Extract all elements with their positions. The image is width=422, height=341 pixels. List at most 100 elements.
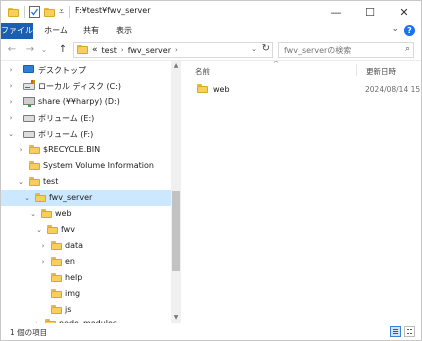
large-icons-view-button[interactable] — [404, 326, 415, 337]
desktop-icon — [23, 65, 34, 73]
divider — [69, 6, 70, 18]
maximize-button[interactable]: ☐ — [353, 1, 387, 23]
collapsed-arrow-icon[interactable]: › — [7, 114, 15, 122]
column-divider[interactable] — [356, 64, 357, 76]
tree-item-fwv[interactable]: ⌄ fwv — [1, 222, 171, 238]
tree-item-label: $RECYCLE.BIN — [43, 145, 101, 154]
expanded-arrow-icon[interactable]: ⌄ — [23, 194, 31, 202]
refresh-icon[interactable]: ↻ — [262, 43, 270, 54]
folder-icon — [29, 177, 40, 186]
tree-item-label: ローカル ディスク (C:) — [38, 82, 122, 91]
collapsed-arrow-icon[interactable]: › — [39, 242, 47, 250]
tab-file[interactable]: ファイル — [1, 23, 33, 39]
folder-icon — [29, 161, 40, 170]
tree-item-label: data — [65, 241, 84, 250]
tree-item-fwv-server[interactable]: ⌄ fwv_server — [1, 190, 171, 206]
address-bar[interactable]: « test › fwv_server › ⌄ ↻ — [73, 42, 273, 58]
local-disk-icon — [23, 80, 35, 90]
up-button[interactable]: ↑ — [56, 43, 70, 57]
collapsed-arrow-icon[interactable]: › — [7, 82, 15, 90]
status-bar: 1 個の項目 — [1, 323, 421, 340]
search-input[interactable] — [279, 43, 397, 57]
folder-icon — [47, 225, 58, 234]
breadcrumb-separator[interactable]: › — [121, 46, 124, 54]
tree-item-help[interactable]: help — [1, 270, 171, 286]
expand-ribbon-icon[interactable]: ⌄ — [391, 24, 399, 34]
search-box[interactable]: ⌕ — [278, 42, 414, 58]
expanded-arrow-icon[interactable]: ⌄ — [17, 178, 25, 186]
file-name: web — [213, 85, 230, 94]
tree-item-web[interactable]: ⌄ web — [1, 206, 171, 222]
scrollbar-thumb[interactable] — [172, 191, 180, 271]
navigation-pane: › デスクトップ › ローカル ディスク (C:) › share (¥¥har… — [1, 61, 181, 323]
tree-item-local-disk-c[interactable]: › ローカル ディスク (C:) — [1, 78, 171, 94]
expanded-arrow-icon[interactable]: ⌄ — [35, 226, 43, 234]
breadcrumb-fwv-server[interactable]: fwv_server — [128, 46, 171, 55]
tree-item-label: fwv_server — [49, 193, 93, 202]
properties-icon[interactable] — [29, 6, 40, 18]
quick-access-dropdown-icon[interactable]: ⩡ — [59, 6, 64, 18]
item-count: 1 個の項目 — [10, 328, 48, 337]
sort-indicator-icon: ^ — [273, 61, 279, 68]
tree-item-volume-e[interactable]: › ボリューム (E:) — [1, 110, 171, 126]
collapsed-arrow-icon[interactable]: › — [17, 146, 25, 154]
help-icon[interactable]: ? — [404, 25, 415, 36]
folder-icon — [41, 209, 52, 218]
folder-icon — [197, 84, 208, 93]
tree-item-label: en — [65, 257, 75, 266]
tree-item-label: img — [65, 289, 81, 298]
minimize-button[interactable]: — — [319, 1, 353, 23]
tab-share[interactable]: 共有 — [78, 23, 104, 39]
expanded-arrow-icon[interactable]: ⌄ — [29, 210, 37, 218]
tab-view[interactable]: 表示 — [111, 23, 137, 39]
address-dropdown-icon[interactable]: ⌄ — [251, 45, 257, 53]
forward-button[interactable]: → — [23, 43, 37, 57]
collapsed-arrow-icon[interactable]: › — [39, 258, 47, 266]
tree-item-label: System Volume Information — [43, 161, 154, 170]
tree-item-node-modules[interactable]: › node_modules — [1, 316, 171, 323]
recent-locations-icon[interactable]: ⌄ — [39, 43, 49, 57]
file-modified-date: 2024/08/14 15:4 — [365, 85, 421, 94]
folder-icon — [51, 257, 62, 266]
column-header-modified[interactable]: 更新日時 — [366, 66, 396, 77]
expanded-arrow-icon[interactable]: ⌄ — [7, 130, 15, 138]
tree-item-label: test — [43, 177, 59, 186]
column-header-name[interactable]: 名前 — [195, 66, 210, 77]
volume-icon — [23, 115, 35, 122]
tree-item-label: js — [65, 305, 72, 314]
breadcrumb-test[interactable]: test — [102, 46, 117, 55]
tree-item-label: help — [65, 273, 83, 282]
folder-icon — [51, 289, 62, 298]
details-view-button[interactable] — [390, 326, 401, 337]
scroll-up-icon[interactable]: ▲ — [171, 61, 181, 71]
file-row[interactable]: web 2024/08/14 15:4 — [193, 81, 421, 97]
navigation-bar: ← → ⌄ ↑ « test › fwv_server › ⌄ ↻ ⌕ — [1, 39, 421, 61]
tree-item-system-volume-information[interactable]: System Volume Information — [1, 158, 171, 174]
folder-icon — [51, 273, 62, 282]
breadcrumb-separator[interactable]: › — [175, 46, 178, 54]
scroll-down-icon[interactable]: ▼ — [171, 313, 181, 323]
tree-item-recycle-bin[interactable]: › $RECYCLE.BIN — [1, 142, 171, 158]
tree-item-volume-f[interactable]: ⌄ ボリューム (F:) — [1, 126, 171, 142]
tree-item-label: デスクトップ — [38, 66, 86, 75]
breadcrumb-overflow[interactable]: « — [92, 45, 98, 55]
tree-item-en[interactable]: › en — [1, 254, 171, 270]
column-headers: ^ 名前 更新日時 — [181, 61, 421, 79]
title-bar: ⩡ F:¥test¥fwv_server — ☐ ✕ — [1, 1, 421, 23]
back-button[interactable]: ← — [5, 43, 19, 57]
tree-item-label: fwv — [61, 225, 75, 234]
navigation-pane-scrollbar[interactable]: ▲ ▼ — [171, 61, 181, 323]
tree-item-label: web — [55, 209, 72, 218]
tree-item-share-d[interactable]: › share (¥¥harpy) (D:) — [1, 94, 171, 110]
explorer-window: ⩡ F:¥test¥fwv_server — ☐ ✕ ファイル ホーム 共有 表… — [0, 0, 422, 341]
new-folder-icon[interactable] — [44, 6, 55, 18]
collapsed-arrow-icon[interactable]: › — [7, 66, 15, 74]
collapsed-arrow-icon[interactable]: › — [7, 98, 15, 106]
tree-item-img[interactable]: img — [1, 286, 171, 302]
tab-home[interactable]: ホーム — [41, 23, 71, 39]
tree-item-test[interactable]: ⌄ test — [1, 174, 171, 190]
tree-item-desktop[interactable]: › デスクトップ — [1, 62, 171, 78]
tree-item-label: ボリューム (F:) — [38, 130, 94, 139]
close-button[interactable]: ✕ — [387, 1, 421, 23]
tree-item-data[interactable]: › data — [1, 238, 171, 254]
